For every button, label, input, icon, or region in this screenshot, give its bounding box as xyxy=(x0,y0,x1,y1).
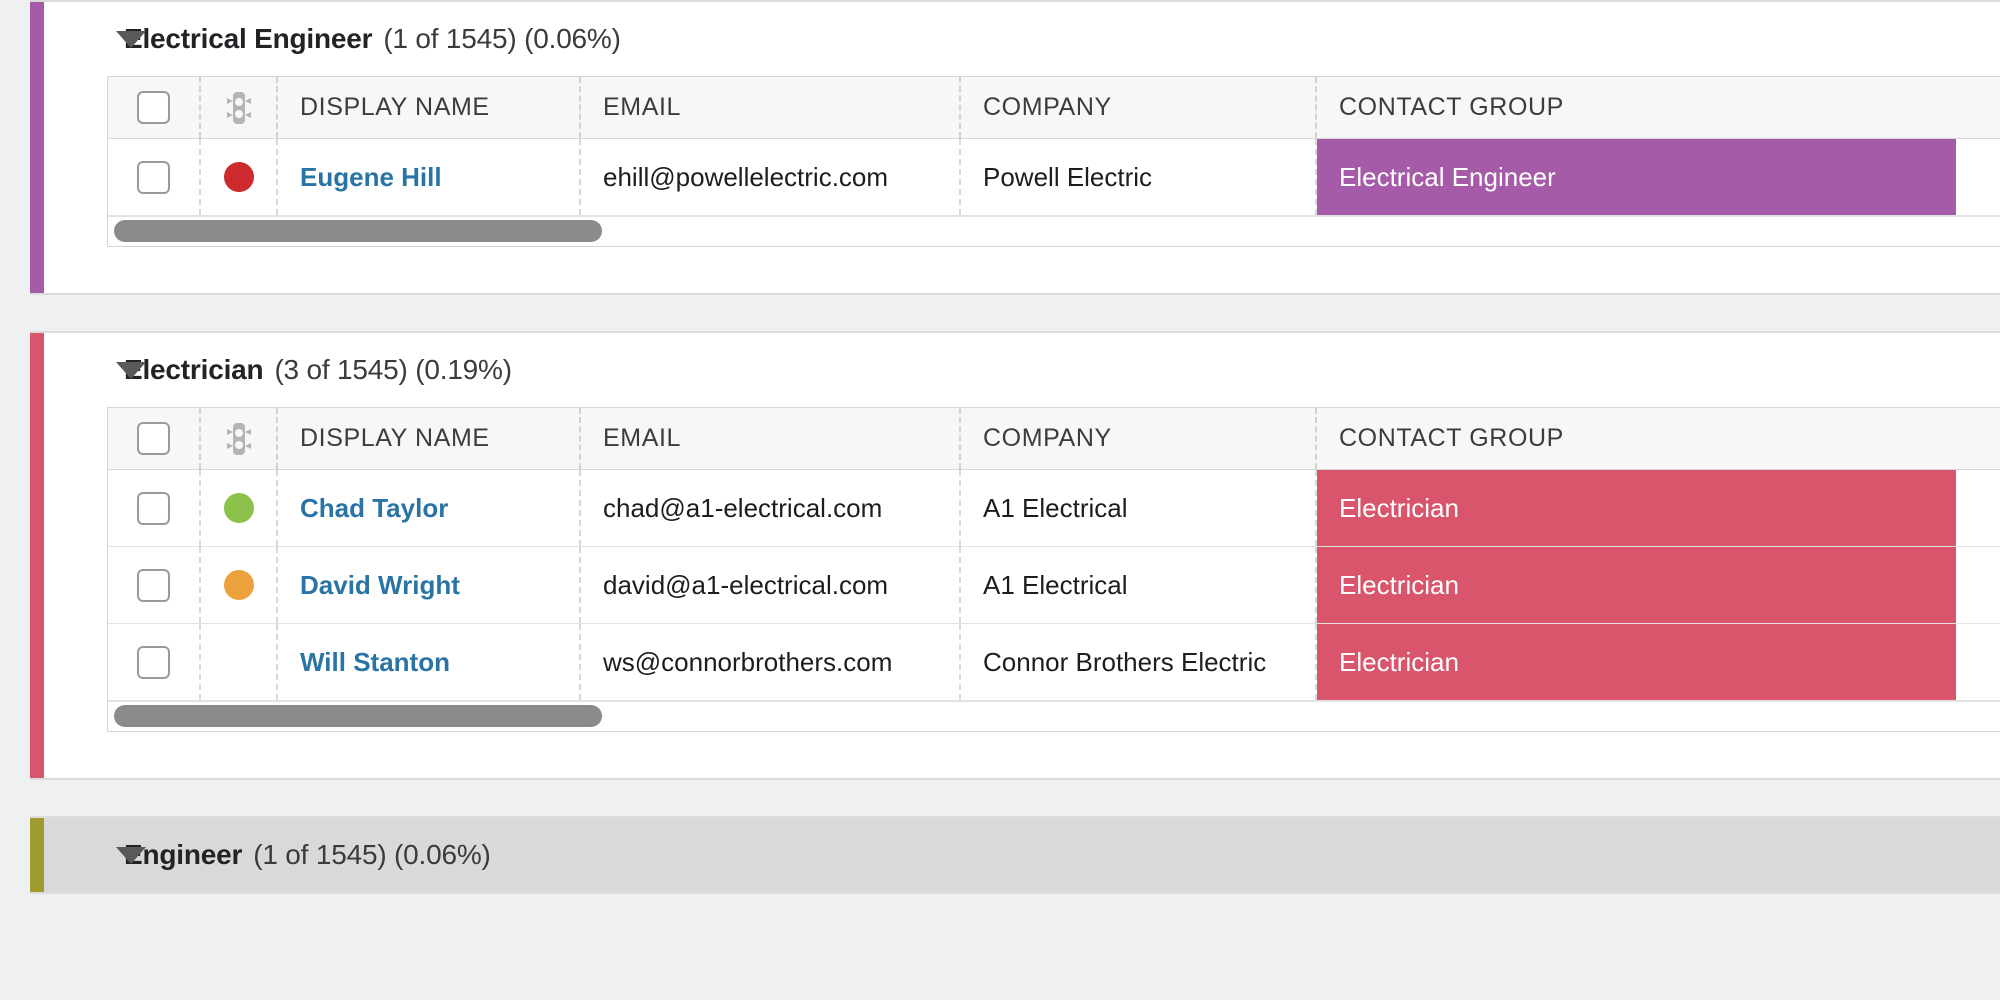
row-checkbox[interactable] xyxy=(137,160,170,194)
status-dot-green xyxy=(223,493,254,523)
row-status-cell xyxy=(199,547,276,623)
table-row[interactable]: Eugene Hill ehill@powellelectric.com Pow… xyxy=(108,139,2000,216)
status-column-header[interactable] xyxy=(199,408,276,469)
group-accent-bar xyxy=(30,818,44,892)
group-header[interactable]: Electrician (3 of 1545) (0.19%) xyxy=(44,333,2000,407)
contact-name-link[interactable]: Chad Taylor xyxy=(300,493,448,524)
status-dot-orange xyxy=(223,570,254,600)
column-header-display-name[interactable]: DISPLAY NAME xyxy=(276,77,579,138)
cell-company: A1 Electrical xyxy=(959,470,1315,546)
column-header-contact-group[interactable]: CONTACT GROUP xyxy=(1315,408,2000,469)
contact-name-link[interactable]: Will Stanton xyxy=(300,647,450,678)
cell-contact-group: Electrician xyxy=(1315,624,2000,700)
row-select-cell[interactable] xyxy=(108,470,199,546)
group-header[interactable]: Electrical Engineer (1 of 1545) (0.06%) xyxy=(44,2,2000,76)
chevron-down-icon[interactable] xyxy=(116,30,146,48)
contact-name-link[interactable]: Eugene Hill xyxy=(300,162,442,193)
contacts-table: DISPLAY NAME EMAIL COMPANY CONTACT GROUP… xyxy=(107,407,2000,732)
status-dot-red xyxy=(223,162,254,192)
row-status-cell xyxy=(199,470,276,546)
cell-company: A1 Electrical xyxy=(959,547,1315,623)
group-count-meta: (1 of 1545) (0.06%) xyxy=(253,839,491,870)
column-header-display-name[interactable]: DISPLAY NAME xyxy=(276,408,579,469)
traffic-light-icon xyxy=(226,91,251,124)
cell-email: david@a1-electrical.com xyxy=(579,547,959,623)
cell-display-name[interactable]: Will Stanton xyxy=(276,624,579,700)
group-count-meta: (3 of 1545) (0.19%) xyxy=(274,354,512,385)
cell-company: Powell Electric xyxy=(959,139,1315,215)
cell-email: ws@connorbrothers.com xyxy=(579,624,959,700)
group-title: Electrical Engineer xyxy=(124,23,373,54)
table-header-row: DISPLAY NAME EMAIL COMPANY CONTACT GROUP xyxy=(108,408,2000,470)
cell-contact-group: Electrical Engineer xyxy=(1315,139,2000,215)
column-header-company[interactable]: COMPANY xyxy=(959,408,1315,469)
group-accent-bar xyxy=(30,2,44,293)
scrollbar-thumb[interactable] xyxy=(114,220,602,242)
row-select-cell[interactable] xyxy=(108,139,199,215)
column-header-contact-group[interactable]: CONTACT GROUP xyxy=(1315,77,2000,138)
group-engineer: Engineer (1 of 1545) (0.06%) xyxy=(30,816,2000,894)
contact-group-badge: Electrician xyxy=(1317,470,1956,546)
status-dot-none xyxy=(224,647,254,677)
cell-email: chad@a1-electrical.com xyxy=(579,470,959,546)
row-checkbox[interactable] xyxy=(137,645,170,679)
contact-group-badge: Electrician xyxy=(1317,624,1956,700)
group-header[interactable]: Engineer (1 of 1545) (0.06%) xyxy=(44,818,2000,892)
contact-name-link[interactable]: David Wright xyxy=(300,570,460,601)
table-row[interactable]: Chad Taylor chad@a1-electrical.com A1 El… xyxy=(108,470,2000,547)
cell-display-name[interactable]: David Wright xyxy=(276,547,579,623)
row-checkbox[interactable] xyxy=(137,491,170,525)
select-all-checkbox[interactable] xyxy=(137,422,170,455)
row-status-cell xyxy=(199,139,276,215)
row-select-cell[interactable] xyxy=(108,547,199,623)
group-electrician: Electrician (3 of 1545) (0.19%) DISPLAY … xyxy=(30,331,2000,780)
scrollbar-thumb[interactable] xyxy=(114,705,602,727)
group-count-meta: (1 of 1545) (0.06%) xyxy=(383,23,621,54)
traffic-light-icon xyxy=(226,422,251,455)
contact-group-list: Electrical Engineer (1 of 1545) (0.06%) xyxy=(0,0,2000,1000)
row-checkbox[interactable] xyxy=(137,568,170,602)
group-accent-bar xyxy=(30,333,44,778)
row-status-cell xyxy=(199,624,276,700)
group-footer-spacer xyxy=(44,732,2000,778)
column-header-email[interactable]: EMAIL xyxy=(579,77,959,138)
status-column-header[interactable] xyxy=(199,77,276,138)
select-all-cell[interactable] xyxy=(108,408,199,469)
cell-display-name[interactable]: Eugene Hill xyxy=(276,139,579,215)
cell-company: Connor Brothers Electric xyxy=(959,624,1315,700)
table-row[interactable]: David Wright david@a1-electrical.com A1 … xyxy=(108,547,2000,624)
chevron-down-icon[interactable] xyxy=(116,361,146,379)
column-header-company[interactable]: COMPANY xyxy=(959,77,1315,138)
select-all-checkbox[interactable] xyxy=(137,91,170,124)
group-footer-spacer xyxy=(44,247,2000,293)
group-electrical-engineer: Electrical Engineer (1 of 1545) (0.06%) xyxy=(30,0,2000,295)
contact-group-badge: Electrical Engineer xyxy=(1317,139,1956,215)
column-header-email[interactable]: EMAIL xyxy=(579,408,959,469)
table-row[interactable]: Will Stanton ws@connorbrothers.com Conno… xyxy=(108,624,2000,701)
cell-email: ehill@powellelectric.com xyxy=(579,139,959,215)
table-header-row: DISPLAY NAME EMAIL COMPANY CONTACT GROUP xyxy=(108,77,2000,139)
chevron-down-icon[interactable] xyxy=(116,846,146,864)
horizontal-scrollbar[interactable] xyxy=(108,216,2000,246)
cell-contact-group: Electrician xyxy=(1315,547,2000,623)
contact-group-badge: Electrician xyxy=(1317,547,1956,623)
cell-contact-group: Electrician xyxy=(1315,470,2000,546)
contacts-table: DISPLAY NAME EMAIL COMPANY CONTACT GROUP… xyxy=(107,76,2000,247)
horizontal-scrollbar[interactable] xyxy=(108,701,2000,731)
row-select-cell[interactable] xyxy=(108,624,199,700)
select-all-cell[interactable] xyxy=(108,77,199,138)
cell-display-name[interactable]: Chad Taylor xyxy=(276,470,579,546)
